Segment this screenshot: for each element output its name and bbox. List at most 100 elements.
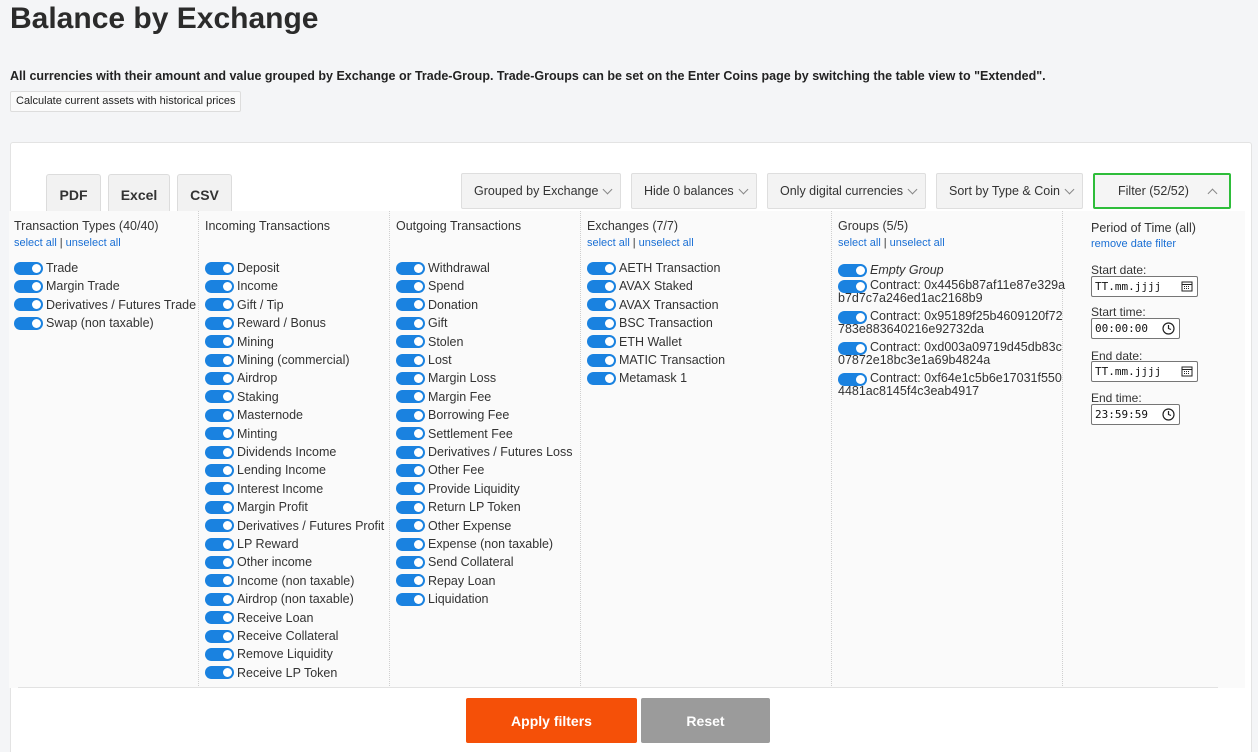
filter-toggle-item[interactable]: Derivatives / Futures Loss <box>396 443 573 461</box>
toggle-switch[interactable] <box>838 280 867 293</box>
toggle-switch[interactable] <box>838 373 867 386</box>
select-all-link[interactable]: select all <box>14 237 57 249</box>
toggle-switch[interactable] <box>396 555 425 569</box>
toggle-switch[interactable] <box>396 353 425 367</box>
toggle-switch[interactable] <box>14 316 43 330</box>
filter-toggle-item[interactable]: Other income <box>205 553 312 571</box>
filter-toggle-item[interactable]: Airdrop (non taxable) <box>205 590 354 608</box>
toggle-switch[interactable] <box>205 482 234 496</box>
end-date-field[interactable]: TT.mm.jjjj <box>1091 361 1198 382</box>
filter-toggle-item[interactable]: Lost <box>396 351 452 369</box>
toggle-switch[interactable] <box>205 408 234 422</box>
toggle-switch[interactable] <box>396 335 425 349</box>
sort-dropdown[interactable]: Sort by Type & Coin <box>936 173 1083 209</box>
toggle-switch[interactable] <box>205 298 234 312</box>
toggle-switch[interactable] <box>396 279 425 293</box>
filter-toggle-item[interactable]: Return LP Token <box>396 498 521 516</box>
group-toggle-item[interactable]: Contract: 0xd003a09719d45db83c 07872e18bc… <box>838 341 1062 367</box>
toggle-switch[interactable] <box>205 611 234 625</box>
filter-toggle-item[interactable]: Remove Liquidity <box>205 645 333 663</box>
historical-prices-button[interactable]: Calculate current assets with historical… <box>10 91 242 112</box>
group-toggle-item[interactable]: Contract: 0x95189f25b4609120f72 783e88364… <box>838 310 1063 336</box>
toggle-switch[interactable] <box>396 371 425 385</box>
filter-toggle-item[interactable]: Airdrop <box>205 369 277 387</box>
filter-toggle-item[interactable]: Interest Income <box>205 480 323 498</box>
toggle-switch[interactable] <box>205 574 234 588</box>
filter-toggle-item[interactable]: Stolen <box>396 333 463 351</box>
filter-toggle-item[interactable]: Masternode <box>205 406 303 424</box>
toggle-switch[interactable] <box>396 390 425 404</box>
hide-zero-dropdown[interactable]: Hide 0 balances <box>631 173 757 209</box>
filter-toggle-item[interactable]: ETH Wallet <box>587 333 682 351</box>
filter-toggle-item[interactable]: Minting <box>205 425 277 443</box>
toggle-switch[interactable] <box>205 647 234 661</box>
toggle-switch[interactable] <box>396 298 425 312</box>
toggle-switch[interactable] <box>396 427 425 441</box>
grouped-by-dropdown[interactable]: Grouped by Exchange <box>461 173 621 209</box>
filter-toggle-item[interactable]: LP Reward <box>205 535 299 553</box>
filter-toggle-item[interactable]: AVAX Staked <box>587 277 693 295</box>
toggle-switch[interactable] <box>205 555 234 569</box>
toggle-switch[interactable] <box>396 574 425 588</box>
filter-toggle-item[interactable]: Receive LP Token <box>205 664 337 682</box>
filter-toggle-item[interactable]: Gift <box>396 314 447 332</box>
filter-toggle-item[interactable]: Borrowing Fee <box>396 406 509 424</box>
filter-toggle-item[interactable]: Margin Loss <box>396 369 496 387</box>
start-time-field[interactable]: 00:00:00 <box>1091 318 1180 339</box>
toggle-switch[interactable] <box>205 261 234 275</box>
toggle-switch[interactable] <box>587 353 616 367</box>
filter-toggle-item[interactable]: Gift / Tip <box>205 296 284 314</box>
toggle-switch[interactable] <box>396 519 425 533</box>
filter-toggle-item[interactable]: Metamask 1 <box>587 369 687 387</box>
toggle-switch[interactable] <box>14 279 43 293</box>
only-digital-dropdown[interactable]: Only digital currencies <box>767 173 926 209</box>
select-all-link[interactable]: select all <box>587 237 630 249</box>
toggle-switch[interactable] <box>396 408 425 422</box>
toggle-switch[interactable] <box>587 335 616 349</box>
toggle-switch[interactable] <box>838 342 867 355</box>
group-toggle-item[interactable]: Empty Group <box>838 261 944 279</box>
toggle-switch[interactable] <box>205 353 234 367</box>
toggle-switch[interactable] <box>205 629 234 643</box>
toggle-switch[interactable] <box>14 261 43 275</box>
filter-toggle-item[interactable]: Receive Loan <box>205 609 313 627</box>
toggle-switch[interactable] <box>396 261 425 275</box>
toggle-switch[interactable] <box>396 316 425 330</box>
export-csv-button[interactable]: CSV <box>177 174 232 213</box>
filter-toggle-item[interactable]: Reward / Bonus <box>205 314 326 332</box>
toggle-switch[interactable] <box>205 390 234 404</box>
filter-toggle-item[interactable]: Deposit <box>205 259 279 277</box>
filter-toggle-item[interactable]: Derivatives / Futures Profit <box>205 517 384 535</box>
remove-date-filter-link[interactable]: remove date filter <box>1091 238 1176 250</box>
filter-toggle-item[interactable]: Settlement Fee <box>396 425 513 443</box>
export-pdf-button[interactable]: PDF <box>46 174 101 213</box>
toggle-switch[interactable] <box>205 463 234 477</box>
toggle-switch[interactable] <box>205 500 234 514</box>
filter-toggle-item[interactable]: BSC Transaction <box>587 314 713 332</box>
toggle-switch[interactable] <box>587 316 616 330</box>
toggle-switch[interactable] <box>838 263 867 277</box>
filter-toggle-item[interactable]: Derivatives / Futures Trade <box>14 296 196 314</box>
toggle-switch[interactable] <box>838 311 867 324</box>
filter-toggle-item[interactable]: Mining (commercial) <box>205 351 350 369</box>
filter-toggle-item[interactable]: Staking <box>205 388 279 406</box>
toggle-switch[interactable] <box>396 445 425 459</box>
filter-dropdown[interactable]: Filter (52/52) <box>1093 173 1231 209</box>
toggle-switch[interactable] <box>587 279 616 293</box>
filter-toggle-item[interactable]: Repay Loan <box>396 572 495 590</box>
filter-toggle-item[interactable]: Donation <box>396 296 478 314</box>
reset-button[interactable]: Reset <box>641 698 770 743</box>
select-all-link[interactable]: select all <box>838 237 881 249</box>
toggle-switch[interactable] <box>205 519 234 533</box>
filter-toggle-item[interactable]: Liquidation <box>396 590 488 608</box>
filter-toggle-item[interactable]: Margin Fee <box>396 388 491 406</box>
group-toggle-item[interactable]: Contract: 0x4456b87af11e87e329a b7d7c7a24… <box>838 279 1065 305</box>
filter-toggle-item[interactable]: AVAX Transaction <box>587 296 719 314</box>
toggle-switch[interactable] <box>205 427 234 441</box>
toggle-switch[interactable] <box>205 279 234 293</box>
toggle-switch[interactable] <box>396 500 425 514</box>
filter-toggle-item[interactable]: Margin Trade <box>14 277 120 295</box>
filter-toggle-item[interactable]: Other Expense <box>396 517 511 535</box>
toggle-switch[interactable] <box>396 463 425 477</box>
filter-toggle-item[interactable]: Withdrawal <box>396 259 490 277</box>
